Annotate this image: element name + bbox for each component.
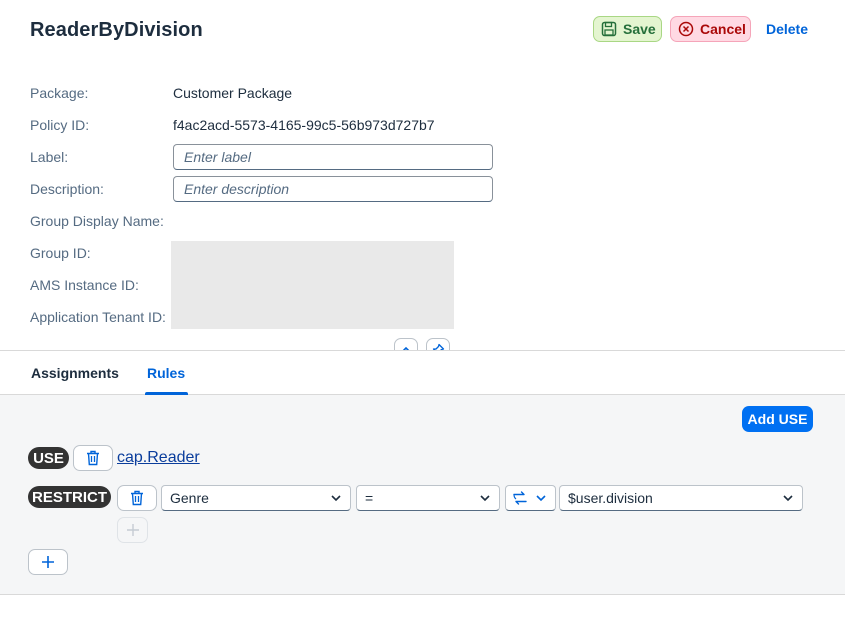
redacted-area (171, 241, 454, 329)
chevron-down-icon (536, 495, 546, 502)
swap-arrows-icon (513, 491, 527, 505)
cancel-button[interactable]: Cancel (670, 16, 751, 42)
description-label: Description: (30, 181, 104, 197)
package-label: Package: (30, 85, 89, 101)
value-select[interactable]: $user.division (559, 485, 803, 511)
policy-id-label: Policy ID: (30, 117, 90, 133)
save-icon (601, 21, 617, 37)
add-use-button[interactable]: Add USE (742, 406, 813, 432)
attribute-select-value: Genre (170, 490, 209, 506)
plus-icon (126, 524, 139, 536)
plus-icon (42, 556, 54, 568)
label-input[interactable] (173, 144, 493, 170)
rules-panel: Add USE USE cap.Reader RESTRICT Genre = … (0, 395, 845, 595)
tab-rules[interactable]: Rules (147, 365, 185, 381)
save-label: Save (623, 21, 656, 37)
group-id-label: Group ID: (30, 245, 91, 261)
delete-restrict-button[interactable] (117, 485, 157, 511)
attribute-select[interactable]: Genre (161, 485, 351, 511)
value-type-select[interactable] (505, 485, 556, 511)
chevron-down-icon (331, 495, 341, 502)
object-header: ReaderByDivision Save Cancel Delete Pack… (0, 0, 845, 362)
value-select-value: $user.division (568, 490, 653, 506)
tab-bar: Assignments Rules (0, 351, 845, 395)
chevron-down-icon (480, 495, 490, 502)
cancel-label: Cancel (700, 21, 746, 37)
add-rule-button[interactable] (28, 549, 68, 575)
page-title: ReaderByDivision (30, 19, 203, 41)
delete-use-button[interactable] (73, 445, 113, 471)
policy-id-value: f4ac2acd-5573-4165-99c5-56b973d727b7 (173, 117, 435, 133)
use-policy-link[interactable]: cap.Reader (117, 449, 200, 467)
package-value: Customer Package (173, 85, 293, 101)
add-condition-button[interactable] (117, 517, 148, 543)
group-display-name-label: Group Display Name: (30, 213, 164, 229)
label-label: Label: (30, 149, 69, 165)
trash-icon (131, 490, 143, 506)
operator-select[interactable]: = (356, 485, 500, 511)
trash-icon (87, 450, 99, 466)
chevron-down-icon (783, 495, 793, 502)
tab-assignments[interactable]: Assignments (31, 365, 119, 381)
ams-instance-id-label: AMS Instance ID: (30, 277, 139, 293)
cancel-circle-icon (678, 21, 694, 37)
application-tenant-id-label: Application Tenant ID: (30, 309, 166, 325)
description-input[interactable] (173, 176, 493, 202)
save-button[interactable]: Save (593, 16, 662, 42)
restrict-pill: RESTRICT (28, 486, 111, 508)
delete-button[interactable]: Delete (759, 16, 815, 42)
operator-select-value: = (365, 490, 374, 506)
use-pill: USE (28, 447, 69, 469)
